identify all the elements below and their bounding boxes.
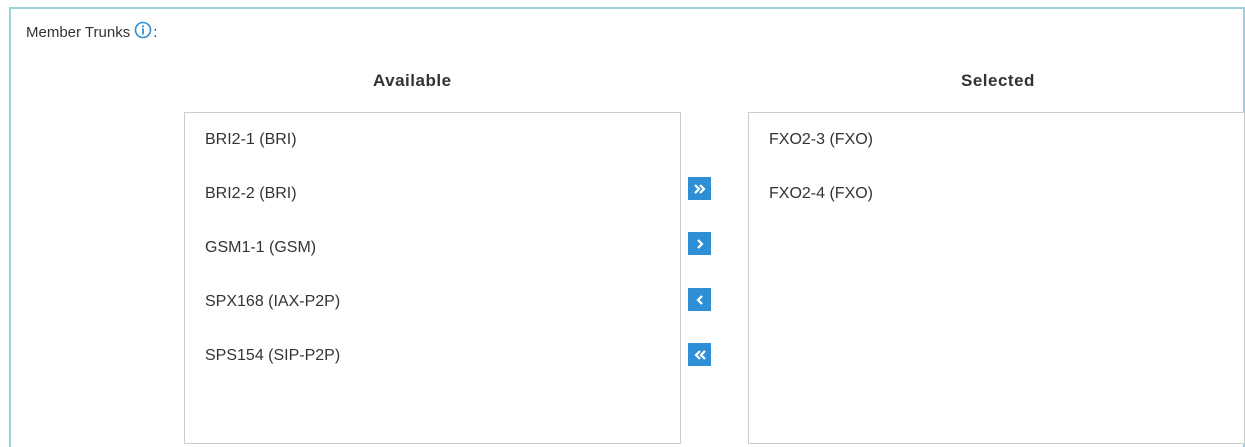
available-listbox[interactable]: BRI2-1 (BRI) BRI2-2 (BRI) GSM1-1 (GSM) S… xyxy=(184,112,681,444)
selected-listbox[interactable]: FXO2-3 (FXO) FXO2-4 (FXO) xyxy=(748,112,1245,444)
member-trunks-panel: Member Trunks : Available Selected BRI2-… xyxy=(9,7,1245,447)
remove-button[interactable] xyxy=(688,288,711,311)
member-trunks-label: Member Trunks xyxy=(26,23,131,41)
available-item[interactable]: SPX168 (IAX-P2P) xyxy=(185,275,680,329)
selected-item[interactable]: FXO2-4 (FXO) xyxy=(749,167,1244,221)
selected-item[interactable]: FXO2-3 (FXO) xyxy=(749,113,1244,167)
member-trunks-label-row: Member Trunks : xyxy=(26,21,158,41)
selected-heading: Selected xyxy=(961,71,1035,90)
available-item[interactable]: SPS154 (SIP-P2P) xyxy=(185,329,680,383)
add-all-button[interactable] xyxy=(688,177,711,200)
label-colon: : xyxy=(153,23,158,41)
chevron-right-icon xyxy=(696,238,704,249)
info-circle-icon[interactable] xyxy=(134,21,152,39)
double-chevron-right-icon xyxy=(693,183,706,194)
available-item[interactable]: BRI2-1 (BRI) xyxy=(185,113,680,167)
available-item[interactable]: BRI2-2 (BRI) xyxy=(185,167,680,221)
chevron-left-icon xyxy=(695,294,703,305)
remove-all-button[interactable] xyxy=(688,343,711,366)
available-item[interactable]: GSM1-1 (GSM) xyxy=(185,221,680,275)
available-heading: Available xyxy=(373,71,452,90)
add-button[interactable] xyxy=(688,232,711,255)
double-chevron-left-icon xyxy=(693,349,706,360)
